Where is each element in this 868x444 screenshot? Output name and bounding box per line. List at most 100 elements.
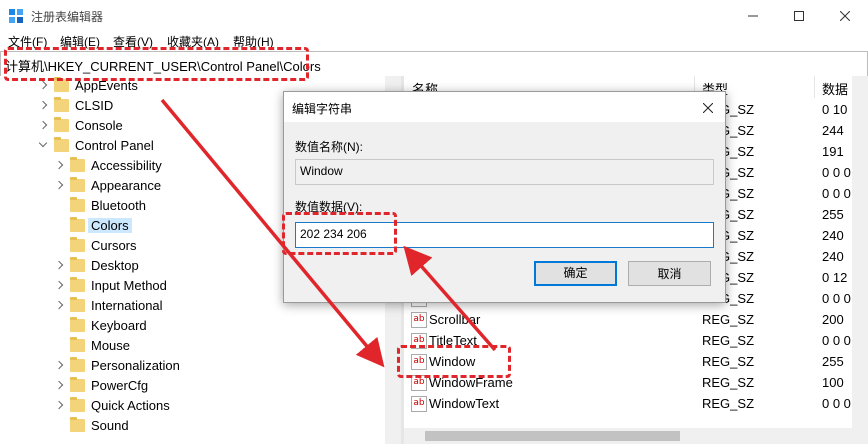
- value-data: 255: [822, 207, 844, 222]
- dialog-close-button[interactable]: [696, 96, 720, 118]
- maximize-button[interactable]: [776, 0, 822, 31]
- folder-icon: [54, 117, 69, 132]
- close-icon: [702, 102, 714, 114]
- folder-icon: [70, 237, 85, 252]
- ok-button[interactable]: 确定: [534, 261, 617, 286]
- chevron-right-icon[interactable]: [54, 280, 64, 290]
- minimize-icon: [748, 15, 758, 16]
- chevron-right-icon[interactable]: [54, 260, 64, 270]
- edit-string-dialog: 编辑字符串 数值名称(N): Window 数值数据(V): 202 234 2…: [283, 91, 726, 303]
- list-scrollbar[interactable]: [852, 76, 868, 444]
- tree-item-label: Input Method: [91, 278, 167, 293]
- value-type: REG_SZ: [702, 396, 755, 411]
- title-bar: 注册表编辑器: [0, 0, 868, 31]
- chevron-right-icon[interactable]: [54, 380, 64, 390]
- tree-item-colors[interactable]: Colors: [0, 216, 320, 236]
- value-data: 100: [822, 375, 844, 390]
- folder-icon: [70, 157, 85, 172]
- tree-item-cursors[interactable]: Cursors: [0, 236, 320, 256]
- value-data: 0 0 0: [822, 396, 851, 411]
- folder-icon: [54, 137, 69, 152]
- tree-item-desktop[interactable]: Desktop: [0, 256, 320, 276]
- tree-item-label: Keyboard: [91, 318, 147, 333]
- chevron-right-icon[interactable]: [38, 100, 48, 110]
- tree-item-label: Bluetooth: [91, 198, 146, 213]
- tree-item-accessibility[interactable]: Accessibility: [0, 156, 320, 176]
- value-data: 240: [822, 228, 844, 243]
- value-row[interactable]: ab WindowText REG_SZ 0 0 0: [404, 393, 852, 414]
- maximize-icon: [794, 10, 804, 21]
- value-name-label: 数值名称(N):: [295, 140, 363, 154]
- tree-item-input-method[interactable]: Input Method: [0, 276, 320, 296]
- folder-icon: [70, 277, 85, 292]
- value-type: REG_SZ: [702, 312, 755, 327]
- close-button[interactable]: [822, 0, 868, 31]
- tree-item-international[interactable]: International: [0, 296, 320, 316]
- minimize-button[interactable]: [730, 0, 776, 31]
- tree-item-label: Personalization: [91, 358, 180, 373]
- folder-icon: [54, 97, 69, 112]
- tree-item-bluetooth[interactable]: Bluetooth: [0, 196, 320, 216]
- folder-icon: [70, 357, 85, 372]
- chevron-right-icon[interactable]: [54, 300, 64, 310]
- tree-item-sound[interactable]: Sound: [0, 416, 320, 436]
- chevron-right-icon[interactable]: [38, 80, 48, 90]
- chevron-right-icon[interactable]: [54, 180, 64, 190]
- value-data: 0 10: [822, 102, 848, 117]
- tree-item-appearance[interactable]: Appearance: [0, 176, 320, 196]
- value-data: 255: [822, 354, 844, 369]
- tree-item-label: Quick Actions: [91, 398, 170, 413]
- tree-item-label: Accessibility: [91, 158, 162, 173]
- tree-item-clsid[interactable]: CLSID: [0, 96, 320, 116]
- value-type: REG_SZ: [702, 333, 755, 348]
- chevron-down-icon[interactable]: [38, 138, 48, 148]
- tree-item-console[interactable]: Console: [0, 116, 320, 136]
- tree-item-label: Mouse: [91, 338, 131, 353]
- tree-item-label: Colors: [88, 218, 132, 233]
- close-icon: [840, 10, 850, 21]
- value-name-field: Window: [295, 159, 714, 185]
- value-data: 244: [822, 123, 844, 138]
- regedit-icon: [9, 9, 23, 23]
- tree-item-label: PowerCfg: [91, 378, 149, 393]
- value-data: 0 0 0: [822, 186, 851, 201]
- tree-item-label: Sound: [91, 418, 129, 433]
- chevron-right-icon[interactable]: [54, 360, 64, 370]
- tree-item-label: Appearance: [91, 178, 162, 193]
- dialog-title-bar: 编辑字符串: [284, 92, 725, 122]
- tree-item-keyboard[interactable]: Keyboard: [0, 316, 320, 336]
- tree-item-mouse[interactable]: Mouse: [0, 336, 320, 356]
- chevron-right-icon[interactable]: [54, 160, 64, 170]
- tree-item-personalization[interactable]: Personalization: [0, 356, 320, 376]
- chevron-right-icon[interactable]: [54, 400, 64, 410]
- value-row[interactable]: ab Scrollbar REG_SZ 200: [404, 309, 852, 330]
- folder-icon: [70, 417, 85, 432]
- column-separator[interactable]: [814, 76, 815, 98]
- value-data: 240: [822, 249, 844, 264]
- string-value-icon: ab: [411, 312, 427, 328]
- value-data: 200: [822, 312, 844, 327]
- tree-item-control-panel[interactable]: Control Panel: [0, 136, 320, 156]
- folder-icon: [70, 297, 85, 312]
- value-data: 0 12: [822, 270, 848, 285]
- address-highlight-box: [4, 47, 309, 81]
- cancel-button[interactable]: 取消: [628, 261, 711, 286]
- window-title: 注册表编辑器: [31, 10, 104, 24]
- tree-item-quick-actions[interactable]: Quick Actions: [0, 396, 320, 416]
- scrollbar-thumb[interactable]: [425, 431, 680, 441]
- value-data: 0 0 0: [822, 333, 851, 348]
- tree-item-powercfg[interactable]: PowerCfg: [0, 376, 320, 396]
- folder-icon: [70, 397, 85, 412]
- column-data[interactable]: 数据: [822, 79, 848, 98]
- folder-icon: [70, 337, 85, 352]
- dialog-title: 编辑字符串: [292, 102, 353, 116]
- tree-item-label: International: [91, 298, 163, 313]
- chevron-right-icon[interactable]: [38, 120, 48, 130]
- folder-icon: [70, 197, 85, 212]
- value-data: 191: [822, 144, 844, 159]
- value-data: 0 0 0: [822, 291, 851, 306]
- string-value-icon: ab: [411, 396, 427, 412]
- tree-item-label: Control Panel: [75, 138, 154, 153]
- window-row-highlight-box: [397, 345, 511, 378]
- folder-icon: [70, 177, 85, 192]
